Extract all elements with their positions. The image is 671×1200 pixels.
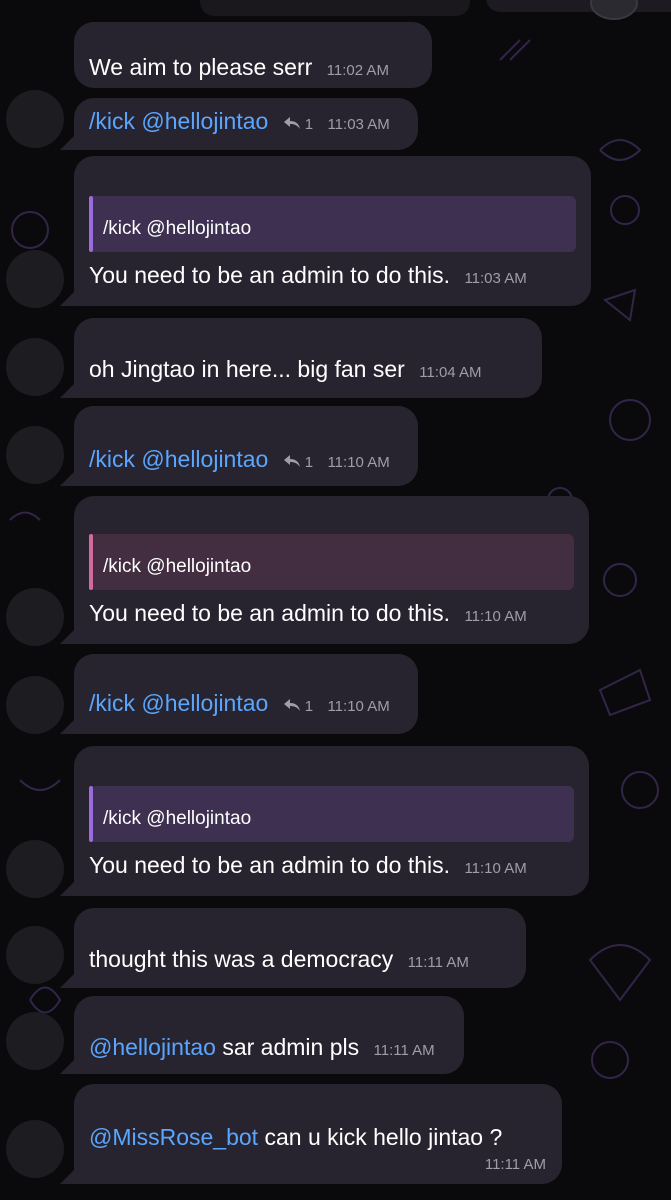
command-link[interactable]: /kick @hellojintao (89, 690, 268, 716)
quote-text: /kick @hellojintao (103, 556, 252, 577)
message-bubble[interactable]: /kick @hellojintao 1 11:03 AM (74, 98, 418, 150)
message-text: You need to be an admin to do this. (89, 262, 451, 288)
message-bubble[interactable]: @MissRose_bot can u kick hello jintao ? … (74, 1084, 562, 1184)
quote-bar (89, 196, 93, 252)
message-text: can u kick hello jintao ? (258, 1124, 503, 1150)
message-bubble[interactable]: /kick @hellojintao 1 11:10 AM (74, 654, 418, 734)
message-time: 11:11 AM (484, 1156, 546, 1173)
message-bubble[interactable]: /kick @hellojintao You need to be an adm… (74, 496, 589, 644)
reply-quote[interactable]: /kick @hellojintao (89, 786, 574, 842)
chat-header-subtitle: 186 members, 33 online (200, 0, 470, 16)
message-bubble[interactable]: /kick @hellojintao You need to be an adm… (74, 156, 591, 306)
reply-quote[interactable]: /kick @hellojintao (89, 196, 576, 252)
mention-link[interactable]: @MissRose_bot (89, 1124, 258, 1150)
message-bubble[interactable]: /kick @hellojintao You need to be an adm… (74, 746, 589, 896)
avatar[interactable] (6, 1120, 64, 1178)
message-text: You need to be an admin to do this. (89, 600, 451, 626)
avatar[interactable] (6, 426, 64, 484)
message-time: 11:10 AM (464, 608, 527, 625)
avatar[interactable] (6, 90, 64, 148)
reply-arrow-icon (283, 455, 300, 467)
reply-arrow-icon (283, 699, 300, 711)
avatar[interactable] (6, 250, 64, 308)
message-time: 11:04 AM (419, 364, 482, 381)
message-bubble[interactable]: /kick @hellojintao 1 11:10 AM (74, 406, 418, 486)
message-time: 11:10 AM (327, 454, 390, 471)
message-time: 11:02 AM (326, 62, 389, 79)
message-time: 11:10 AM (464, 860, 527, 877)
avatar[interactable] (6, 588, 64, 646)
message-bubble[interactable]: thought this was a democracy 11:11 AM (74, 908, 526, 988)
reply-arrow-icon (283, 117, 300, 129)
message-time: 11:11 AM (373, 1042, 435, 1059)
message-text: We aim to please serr (89, 54, 313, 80)
avatar[interactable] (6, 926, 64, 984)
message-bubble[interactable]: @hellojintao sar admin pls 11:11 AM (74, 996, 464, 1074)
avatar[interactable] (6, 676, 64, 734)
message-text: thought this was a democracy (89, 946, 394, 972)
message-text: sar admin pls (215, 1034, 360, 1060)
message-bubble[interactable]: We aim to please serr 11:02 AM (74, 22, 432, 88)
quote-bar (89, 534, 93, 590)
quote-bar (89, 786, 93, 842)
reply-quote[interactable]: /kick @hellojintao (89, 534, 574, 590)
reply-count: 1 (304, 454, 314, 471)
message-text: You need to be an admin to do this. (89, 852, 451, 878)
avatar[interactable] (6, 338, 64, 396)
command-link[interactable]: /kick @hellojintao (89, 446, 268, 472)
message-time: 11:03 AM (464, 270, 527, 287)
quote-text: /kick @hellojintao (103, 218, 252, 239)
mention-link[interactable]: @hellojintao (89, 1034, 216, 1060)
message-text: oh Jingtao in here... big fan ser (89, 356, 405, 382)
reply-count: 1 (304, 116, 314, 133)
quote-text: /kick @hellojintao (103, 808, 252, 829)
reply-count: 1 (304, 698, 314, 715)
avatar[interactable] (6, 1012, 64, 1070)
message-time: 11:10 AM (327, 698, 390, 715)
command-link[interactable]: /kick @hellojintao (89, 108, 268, 134)
message-bubble[interactable]: oh Jingtao in here... big fan ser 11:04 … (74, 318, 542, 398)
message-time: 11:11 AM (407, 954, 469, 971)
avatar[interactable] (6, 840, 64, 898)
message-time: 11:03 AM (327, 116, 390, 133)
header-bar-right (486, 0, 671, 12)
